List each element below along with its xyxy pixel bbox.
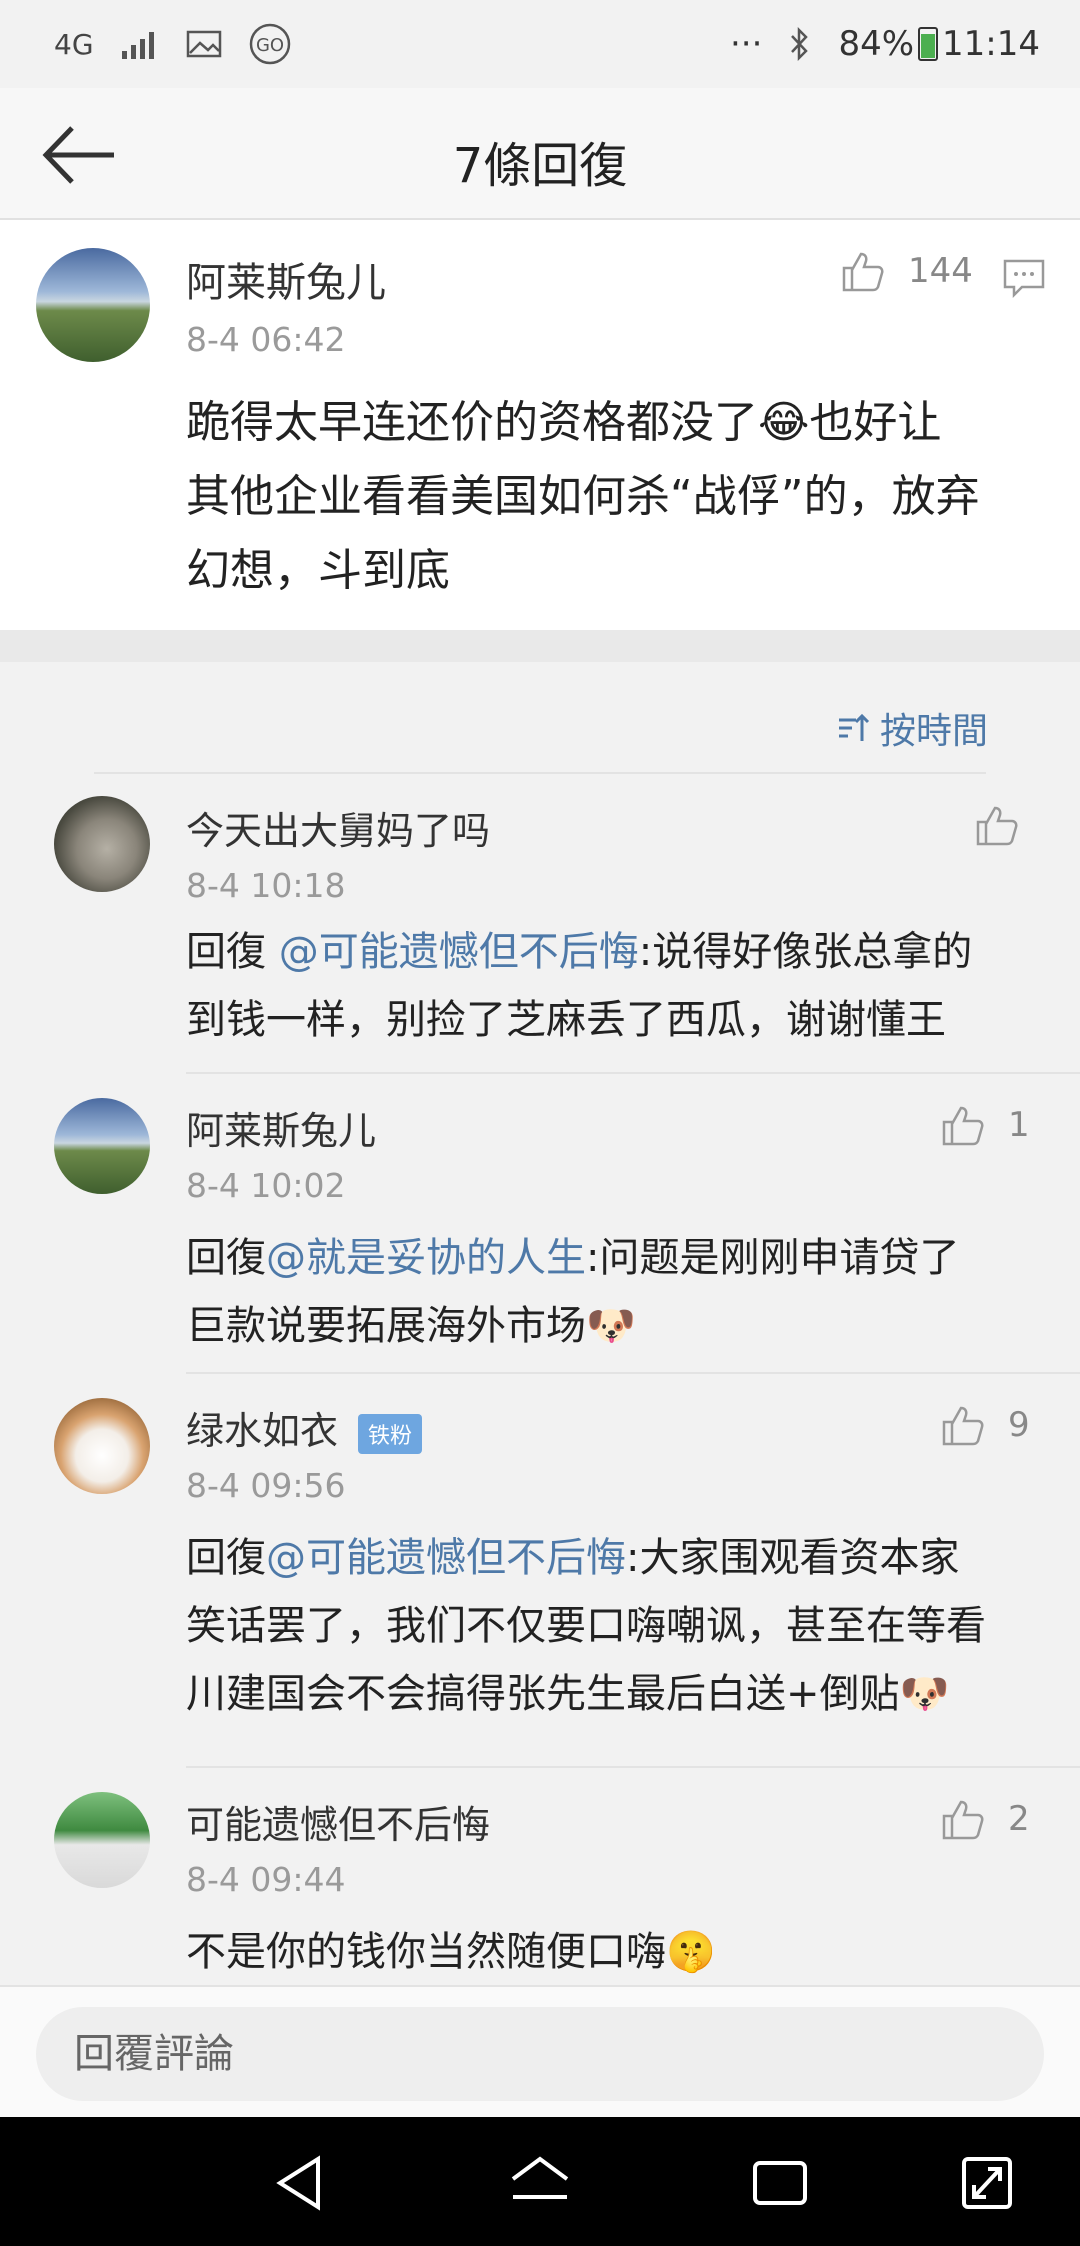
- reply-text: 回復 @可能遗憾但不后悔:说得好像张总拿的 到钱一样，别捡了芝麻丢了西瓜，谢谢懂…: [186, 918, 972, 1054]
- reply-text: 不是你的钱你当然随便口嗨🤫: [186, 1918, 716, 1986]
- root-like-count: 144: [908, 251, 973, 291]
- reply-like-count: 1: [1008, 1105, 1030, 1145]
- reply-text-rest: :说得好像张总拿的: [638, 929, 973, 975]
- page-title: 7條回復: [452, 138, 628, 194]
- signal-icon: [121, 32, 154, 59]
- nav-expand-icon[interactable]: [952, 2153, 1022, 2213]
- thumbs-up-icon: [976, 806, 1018, 846]
- reply-like-count: 2: [1008, 1799, 1030, 1839]
- thumbs-up-icon: [942, 1106, 984, 1146]
- reply-input[interactable]: 回覆評論: [36, 2007, 1044, 2101]
- avatar[interactable]: [54, 1398, 150, 1494]
- root-text-line: 幻想，斗到底: [186, 545, 450, 596]
- root-comment: 阿莱斯兔儿 8-4 06:42 144 跪得太早连还价的资格都没了😂也好让 其他…: [0, 220, 1080, 630]
- reply-time: 8-4 09:44: [186, 1860, 346, 1899]
- reply-time: 8-4 10:18: [186, 866, 346, 905]
- reply-item: 阿莱斯兔儿 8-4 10:02 1 回復@就是妥协的人生:问题是刚刚申请贷了 巨…: [0, 1074, 1080, 1374]
- reply-text-line: 笑话罢了，我们不仅要口嗨嘲讽，甚至在等看: [186, 1603, 986, 1649]
- root-comment-text: 跪得太早连还价的资格都没了😂也好让 其他企业看看美国如何杀“战俘”的，放弃 幻想…: [186, 386, 980, 608]
- mention-link[interactable]: @就是妥协的人生: [266, 1235, 586, 1281]
- bluetooth-icon: [791, 27, 809, 61]
- reply-item: 绿水如衣 铁粉 8-4 09:56 9 回復@可能遗憾但不后悔:大家围观看资本家 …: [0, 1374, 1080, 1768]
- sort-icon: [838, 713, 870, 741]
- reply-username-text: 绿水如衣: [186, 1409, 339, 1453]
- reply-item: 可能遗憾但不后悔 8-4 09:44 2 不是你的钱你当然随便口嗨🤫: [0, 1768, 1080, 1978]
- root-text-line: 跪得太早连还价的资格都没了😂也好让: [186, 397, 942, 448]
- fan-badge: 铁粉: [358, 1413, 423, 1454]
- mention-link[interactable]: @可能遗憾但不后悔: [266, 1535, 626, 1581]
- reply-time: 8-4 09:56: [186, 1466, 346, 1505]
- reply-username[interactable]: 阿莱斯兔儿: [186, 1100, 376, 1155]
- reply-time: 8-4 10:02: [186, 1166, 346, 1205]
- status-bar: 4G GO ··· 84% 11:14: [0, 0, 1080, 88]
- battery-icon: [918, 27, 939, 61]
- section-divider: [0, 630, 1080, 662]
- root-like-button[interactable]: 144: [840, 248, 973, 294]
- more-indicator: ···: [730, 24, 763, 64]
- thumbs-up-icon: [842, 252, 884, 292]
- avatar[interactable]: [54, 796, 150, 892]
- thumbs-up-icon: [942, 1406, 984, 1446]
- reply-prefix: 回復: [186, 1235, 266, 1281]
- sort-toggle[interactable]: 按時間: [836, 702, 988, 754]
- go-badge-icon: GO: [249, 23, 290, 65]
- reply-prefix: 回復: [186, 1535, 266, 1581]
- mention-link[interactable]: @可能遗憾但不后悔: [279, 929, 639, 975]
- reply-username[interactable]: 今天出大舅妈了吗: [186, 800, 490, 855]
- reply-like-button[interactable]: 9: [940, 1402, 1030, 1448]
- root-username[interactable]: 阿莱斯兔儿: [186, 250, 386, 308]
- reply-prefix: 回復: [186, 929, 279, 975]
- reply-text-line: 不是你的钱你当然随便口嗨🤫: [186, 1929, 716, 1975]
- battery-percent: 84%: [838, 24, 915, 64]
- reply-like-button[interactable]: 2: [940, 1796, 1030, 1842]
- svg-text:GO: GO: [255, 35, 283, 56]
- reply-like-button[interactable]: 1: [940, 1102, 1030, 1148]
- reply-username[interactable]: 可能遗憾但不后悔: [186, 1794, 490, 1849]
- root-text-line: 其他企业看看美国如何杀“战俘”的，放弃: [186, 471, 980, 522]
- comment-icon[interactable]: [1002, 258, 1046, 298]
- network-type: 4G: [54, 27, 94, 61]
- nav-home-icon[interactable]: [505, 2153, 575, 2213]
- reply-text: 回復@可能遗憾但不后悔:大家围观看资本家 笑话罢了，我们不仅要口嗨嘲讽，甚至在等…: [186, 1524, 986, 1728]
- root-time: 8-4 06:42: [186, 320, 346, 359]
- nav-back-icon[interactable]: [266, 2153, 336, 2213]
- title-bar: 7條回復: [0, 88, 1080, 220]
- reply-like-button[interactable]: [974, 802, 1020, 848]
- avatar[interactable]: [54, 1792, 150, 1888]
- reply-text-line: 巨款说要拓展海外市场🐶: [186, 1303, 636, 1349]
- reply-username[interactable]: 绿水如衣 铁粉: [186, 1400, 423, 1455]
- reply-item: 今天出大舅妈了吗 8-4 10:18 回復 @可能遗憾但不后悔:说得好像张总拿的…: [0, 774, 1080, 1074]
- reply-text-line: 川建国会不会搞得张先生最后白送+倒贴🐶: [186, 1671, 950, 1717]
- reply-input-bar: 回覆評論: [0, 1985, 1080, 2119]
- reply-like-count: 9: [1008, 1405, 1030, 1445]
- system-nav-bar: [0, 2117, 1080, 2246]
- reply-text-rest: :问题是刚刚申请贷了: [586, 1235, 960, 1281]
- sort-label: 按時間: [879, 711, 988, 752]
- reply-text-line: 到钱一样，别捡了芝麻丢了西瓜，谢谢懂王: [186, 997, 946, 1043]
- clock: 11:14: [942, 24, 1040, 64]
- reply-text: 回復@就是妥协的人生:问题是刚刚申请贷了 巨款说要拓展海外市场🐶: [186, 1224, 959, 1360]
- thumbs-up-icon: [942, 1800, 984, 1840]
- reply-text-rest: :大家围观看资本家: [626, 1535, 960, 1581]
- image-icon: [186, 30, 221, 58]
- avatar[interactable]: [36, 248, 150, 362]
- nav-recents-icon[interactable]: [745, 2153, 815, 2213]
- avatar[interactable]: [54, 1098, 150, 1194]
